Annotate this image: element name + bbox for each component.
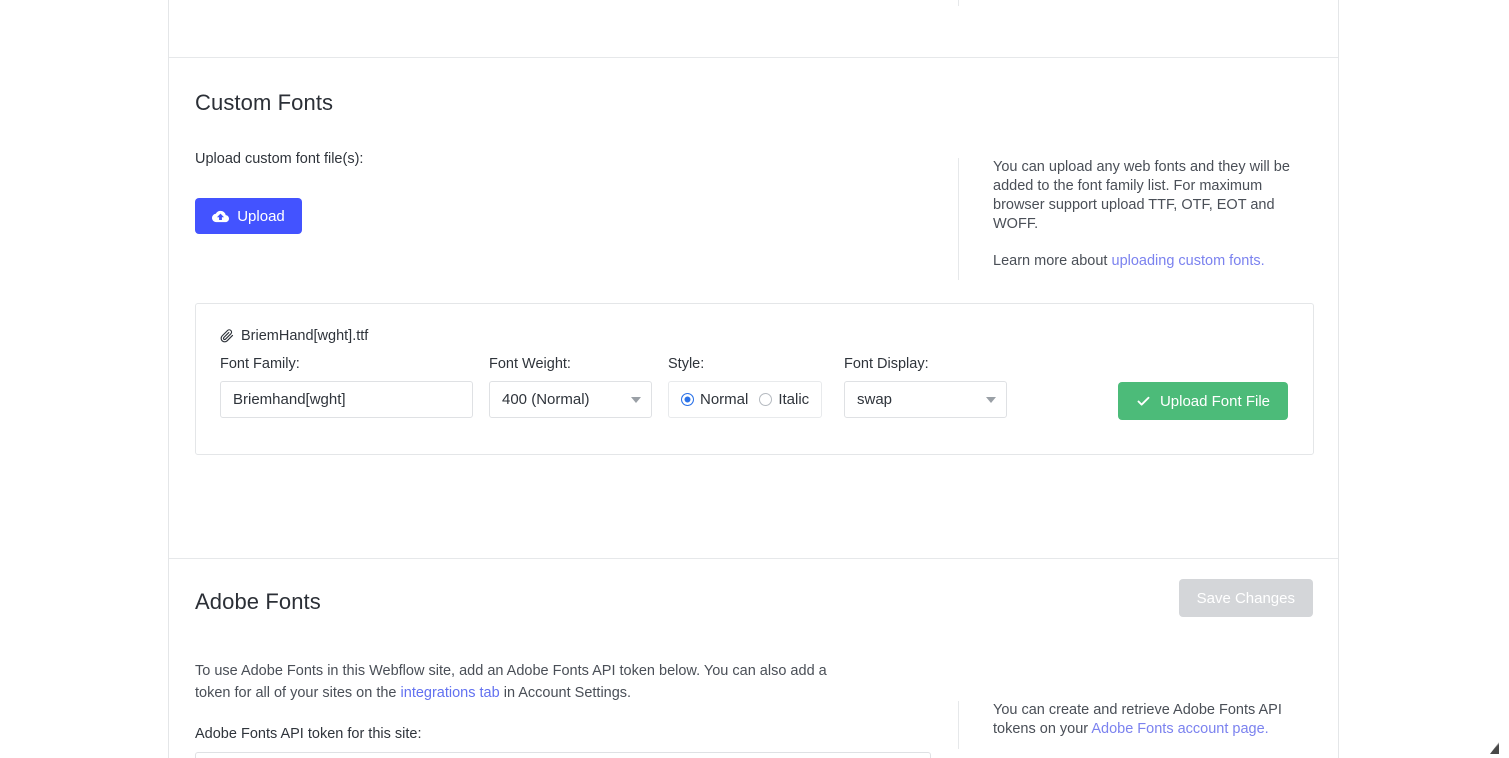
integrations-tab-link[interactable]: integrations tab	[401, 685, 500, 701]
font-weight-select-wrap: 400 (Normal)	[489, 381, 652, 418]
paperclip-icon	[220, 328, 234, 344]
adobe-token-input[interactable]	[195, 752, 931, 758]
font-weight-label: Font Weight:	[489, 356, 571, 372]
fonts-settings-card: the designer. Custom Fonts Upload custom…	[168, 0, 1339, 758]
adobe-fonts-heading: Adobe Fonts	[195, 589, 321, 614]
font-display-field: Font Display: swap	[844, 356, 1007, 418]
learn-more-prefix: Learn more about	[993, 253, 1112, 269]
custom-fonts-learn-more: Learn more about uploading custom fonts.	[993, 252, 1312, 271]
font-style-label: Style:	[668, 356, 705, 372]
font-family-label: Font Family:	[220, 356, 300, 372]
settings-page: the designer. Custom Fonts Upload custom…	[0, 0, 1509, 758]
upload-custom-font-label: Upload custom font file(s):	[195, 151, 364, 167]
upload-button[interactable]: Upload	[195, 198, 302, 234]
radio-normal-icon[interactable]	[681, 393, 694, 406]
custom-fonts-help-column: You can upload any web fonts and they wi…	[958, 158, 1312, 280]
previous-section-remnant: the designer.	[169, 0, 1338, 58]
style-option-italic-label: Italic	[778, 391, 810, 408]
adobe-fonts-description: To use Adobe Fonts in this Webflow site,…	[195, 660, 855, 704]
adobe-fonts-section: Adobe Fonts Save Changes To use Adobe Fo…	[169, 559, 1338, 758]
cloud-upload-icon	[212, 208, 230, 225]
upload-font-file-button[interactable]: Upload Font File	[1117, 382, 1288, 420]
font-weight-value: 400 (Normal)	[502, 391, 590, 408]
font-style-field: Style: Normal Italic	[668, 356, 823, 418]
adobe-fonts-help-text: You can create and retrieve Adobe Fonts …	[993, 701, 1312, 739]
style-option-normal[interactable]: Normal	[681, 391, 748, 408]
upload-button-label: Upload	[237, 207, 285, 225]
radio-italic-icon[interactable]	[759, 393, 773, 406]
font-file-row: BriemHand[wght].ttf Font Family: Font We…	[195, 303, 1314, 455]
custom-fonts-section: Custom Fonts Upload custom font file(s):…	[169, 58, 1338, 758]
custom-fonts-heading: Custom Fonts	[195, 90, 334, 115]
font-display-label: Font Display:	[844, 356, 929, 372]
save-changes-button[interactable]: Save Changes	[1178, 579, 1313, 617]
upload-font-file-label: Upload Font File	[1159, 392, 1270, 410]
font-family-field: Font Family:	[220, 356, 473, 418]
adobe-description-part2: in Account Settings.	[499, 685, 632, 701]
previous-section-help-column: the designer.	[958, 0, 1308, 6]
uploading-custom-fonts-link[interactable]: uploading custom fonts.	[1112, 253, 1265, 269]
adobe-fonts-help-column: You can create and retrieve Adobe Fonts …	[958, 701, 1312, 749]
style-option-italic[interactable]: Italic	[759, 391, 809, 408]
font-style-radio-group: Normal Italic	[668, 381, 823, 418]
font-file-name-row: BriemHand[wght].ttf	[220, 328, 368, 344]
style-option-normal-label: Normal	[700, 391, 749, 408]
mouse-cursor	[1490, 742, 1499, 754]
font-display-value: swap	[857, 391, 893, 408]
font-family-input[interactable]	[220, 381, 473, 418]
adobe-fonts-account-page-link[interactable]: Adobe Fonts account page.	[1091, 721, 1268, 737]
check-icon	[1136, 394, 1151, 409]
font-weight-field: Font Weight: 400 (Normal)	[489, 356, 652, 418]
font-display-select-wrap: swap	[844, 381, 1007, 418]
font-display-select[interactable]: swap	[844, 381, 1007, 418]
font-weight-select[interactable]: 400 (Normal)	[489, 381, 652, 418]
custom-fonts-help-paragraph: You can upload any web fonts and they wi…	[993, 159, 1290, 232]
adobe-fonts-header-row: Adobe Fonts Save Changes	[195, 579, 1313, 627]
font-file-name: BriemHand[wght].ttf	[241, 328, 369, 344]
